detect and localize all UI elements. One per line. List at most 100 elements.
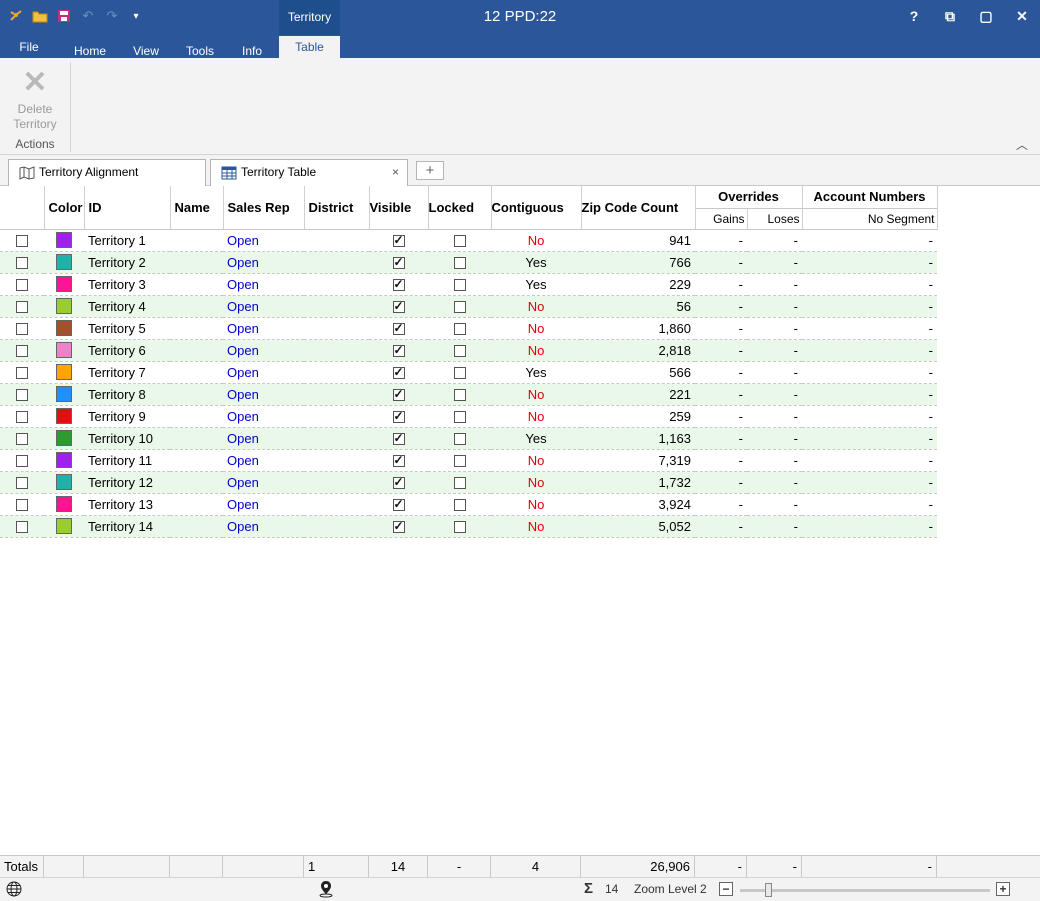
table-row[interactable]: Territory 9OpenNo259---: [0, 405, 938, 428]
locked-cell[interactable]: [428, 427, 491, 450]
visible-checkbox[interactable]: [392, 365, 405, 380]
visible-checkbox[interactable]: [392, 497, 405, 512]
visible-cell[interactable]: [369, 449, 428, 472]
locked-checkbox[interactable]: [453, 279, 466, 292]
district-cell[interactable]: [304, 361, 369, 384]
row-select-checkbox[interactable]: [16, 235, 28, 248]
name-cell[interactable]: [170, 427, 223, 450]
locked-cell[interactable]: [428, 493, 491, 516]
row-select-cell[interactable]: [0, 295, 44, 318]
visible-cell[interactable]: [369, 229, 428, 252]
visible-checkbox[interactable]: [392, 409, 405, 424]
territory-id-cell[interactable]: Territory 3: [84, 273, 170, 296]
color-swatch[interactable]: [56, 496, 72, 513]
visible-cell[interactable]: [369, 471, 428, 494]
district-cell[interactable]: [304, 295, 369, 318]
collapse-ribbon-icon[interactable]: ︿: [1016, 136, 1028, 153]
name-cell[interactable]: [170, 273, 223, 296]
district-cell[interactable]: [304, 317, 369, 340]
color-swatch[interactable]: [56, 452, 72, 469]
territory-id-cell[interactable]: Territory 12: [84, 471, 170, 494]
color-swatch[interactable]: [56, 320, 72, 337]
locked-checkbox[interactable]: [453, 345, 466, 358]
row-select-cell[interactable]: [0, 361, 44, 384]
district-cell[interactable]: [304, 493, 369, 516]
table-row[interactable]: Territory 4OpenNo56---: [0, 295, 938, 318]
name-cell[interactable]: [170, 339, 223, 362]
color-swatch[interactable]: [56, 430, 72, 447]
col-header-locked[interactable]: Locked: [428, 186, 492, 230]
zoom-in-button[interactable]: +: [996, 882, 1010, 896]
color-swatch[interactable]: [56, 364, 72, 381]
locked-cell[interactable]: [428, 317, 491, 340]
delete-territory-button[interactable]: ✕ Delete Territory: [6, 68, 64, 132]
locked-cell[interactable]: [428, 361, 491, 384]
name-cell[interactable]: [170, 317, 223, 340]
visible-checkbox[interactable]: [392, 255, 405, 270]
sales-rep-cell[interactable]: Open: [223, 427, 304, 450]
row-select-cell[interactable]: [0, 229, 44, 252]
row-select-cell[interactable]: [0, 471, 44, 494]
location-pin-icon[interactable]: [318, 880, 334, 901]
color-cell[interactable]: [44, 317, 84, 340]
territory-id-cell[interactable]: Territory 9: [84, 405, 170, 428]
row-select-checkbox[interactable]: [16, 477, 28, 490]
locked-checkbox[interactable]: [453, 477, 466, 490]
district-cell[interactable]: [304, 383, 369, 406]
locked-checkbox[interactable]: [453, 257, 466, 270]
visible-checkbox[interactable]: [392, 519, 405, 534]
table-row[interactable]: Territory 11OpenNo7,319---: [0, 449, 938, 472]
row-select-cell[interactable]: [0, 449, 44, 472]
territory-id-cell[interactable]: Territory 2: [84, 251, 170, 274]
color-swatch[interactable]: [56, 342, 72, 359]
sales-rep-cell[interactable]: Open: [223, 405, 304, 428]
sales-rep-cell[interactable]: Open: [223, 515, 304, 538]
visible-cell[interactable]: [369, 273, 428, 296]
name-cell[interactable]: [170, 493, 223, 516]
locked-checkbox[interactable]: [453, 389, 466, 402]
visible-checkbox[interactable]: [392, 343, 405, 358]
col-header-id[interactable]: ID: [84, 186, 171, 230]
locked-cell[interactable]: [428, 515, 491, 538]
zoom-slider-thumb[interactable]: [765, 883, 772, 897]
table-row[interactable]: Territory 1OpenNo941---: [0, 229, 938, 252]
color-cell[interactable]: [44, 471, 84, 494]
new-tab-button[interactable]: +: [416, 161, 444, 180]
table-row[interactable]: Territory 14OpenNo5,052---: [0, 515, 938, 538]
sales-rep-cell[interactable]: Open: [223, 471, 304, 494]
name-cell[interactable]: [170, 229, 223, 252]
sales-rep-cell[interactable]: Open: [223, 317, 304, 340]
zoom-slider-track[interactable]: [740, 889, 990, 892]
sales-rep-cell[interactable]: Open: [223, 229, 304, 252]
color-cell[interactable]: [44, 383, 84, 406]
locked-cell[interactable]: [428, 339, 491, 362]
visible-checkbox[interactable]: [392, 277, 405, 292]
sales-rep-cell[interactable]: Open: [223, 383, 304, 406]
district-cell[interactable]: [304, 471, 369, 494]
row-select-checkbox[interactable]: [16, 389, 28, 402]
color-swatch[interactable]: [56, 232, 72, 249]
col-header-loses[interactable]: Loses: [747, 208, 803, 230]
row-select-cell[interactable]: [0, 405, 44, 428]
district-cell[interactable]: [304, 229, 369, 252]
col-header-district[interactable]: District: [304, 186, 370, 230]
row-select-checkbox[interactable]: [16, 455, 28, 468]
close-button[interactable]: ✕: [1004, 0, 1040, 32]
name-cell[interactable]: [170, 471, 223, 494]
tab-territory-table[interactable]: Territory Table ×: [210, 159, 408, 186]
visible-checkbox[interactable]: [392, 475, 405, 490]
color-cell[interactable]: [44, 361, 84, 384]
visible-cell[interactable]: [369, 361, 428, 384]
col-header-visible[interactable]: Visible: [369, 186, 429, 230]
maximize-button[interactable]: ▢: [968, 0, 1004, 32]
visible-cell[interactable]: [369, 383, 428, 406]
color-swatch[interactable]: [56, 276, 72, 293]
sales-rep-cell[interactable]: Open: [223, 361, 304, 384]
row-select-checkbox[interactable]: [16, 279, 28, 292]
locked-checkbox[interactable]: [453, 411, 466, 424]
visible-checkbox[interactable]: [392, 233, 405, 248]
tab-territory-alignment[interactable]: Territory Alignment: [8, 159, 206, 186]
visible-cell[interactable]: [369, 493, 428, 516]
color-cell[interactable]: [44, 295, 84, 318]
row-select-checkbox[interactable]: [16, 433, 28, 446]
